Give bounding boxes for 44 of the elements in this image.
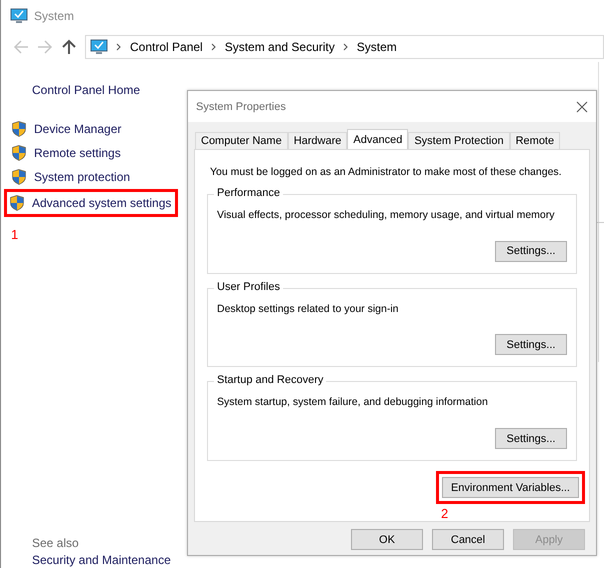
system-icon	[10, 8, 28, 24]
step-number: 1	[11, 227, 20, 242]
tab[interactable]: Computer Name	[195, 132, 288, 149]
address-bar[interactable]: Control Panel System and Security System	[85, 35, 604, 59]
sidebar-link[interactable]: Security and Maintenance	[32, 553, 171, 567]
shield-icon	[12, 145, 26, 161]
group-title: User Profiles	[214, 280, 283, 293]
sidebar-link[interactable]: Device Manager	[1, 117, 161, 141]
computer-icon	[90, 39, 108, 55]
up-arrow-icon[interactable]	[61, 39, 77, 55]
environment-variables-button[interactable]: Environment Variables...	[442, 477, 579, 498]
settings-button[interactable]: Settings...	[495, 334, 567, 356]
sidebar-link[interactable]: Remote settings	[1, 141, 161, 165]
sidebar-link[interactable]: Advanced system settings	[4, 189, 178, 217]
section-heading: See also	[32, 536, 79, 550]
breadcrumb-item[interactable]: System and Security	[224, 40, 335, 54]
chevron-icon	[210, 43, 217, 51]
shield-icon	[10, 195, 24, 211]
dialog-button[interactable]: OK	[351, 529, 423, 550]
tab[interactable]: Advanced	[347, 129, 408, 149]
tab[interactable]: Remote	[510, 132, 560, 149]
notice-text: You must be logged on as an Administrator to make most of these changes.	[210, 166, 563, 178]
shield-icon	[12, 121, 26, 137]
close-icon[interactable]	[576, 100, 588, 112]
dialog-title: System Properties	[196, 100, 286, 112]
shield-icon	[12, 169, 26, 185]
group-title: Startup and Recovery	[214, 374, 326, 386]
step-number: 2	[440, 506, 448, 522]
group-description: Desktop settings related to your sign-in	[217, 302, 400, 315]
sidebar-link[interactable]: Control Panel Home	[32, 83, 181, 97]
tab[interactable]: Hardware	[288, 132, 348, 149]
group-description: System startup, system failure, and debugging information	[217, 396, 489, 408]
dialog-button[interactable]: Cancel	[432, 529, 504, 550]
chevron-icon	[116, 43, 122, 51]
window-title: System	[34, 9, 74, 23]
chevron-icon	[342, 43, 349, 51]
group-description: Visual effects, processor scheduling, memory usage, and virtual memory	[217, 209, 556, 221]
breadcrumb-item[interactable]: Control Panel	[130, 40, 203, 54]
breadcrumb-item[interactable]: System	[356, 40, 397, 54]
group-title: Performance	[214, 187, 283, 199]
sidebar-link[interactable]: System protection	[1, 165, 161, 189]
settings-button[interactable]: Settings...	[495, 428, 567, 450]
settings-button[interactable]: Settings...	[495, 240, 567, 262]
tab[interactable]: System Protection	[408, 132, 510, 149]
